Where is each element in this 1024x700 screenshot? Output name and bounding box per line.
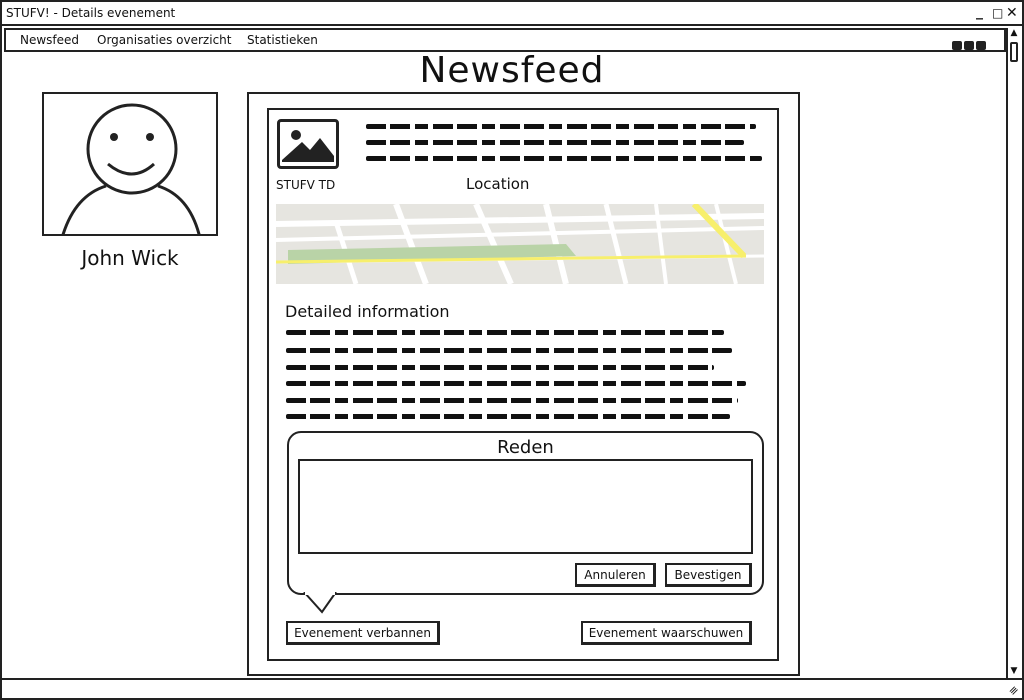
status-bar: ≡ bbox=[2, 678, 1022, 698]
title-bar: STUFV! - Details evenement _ □ ✕ bbox=[2, 2, 1022, 26]
detail-heading: Detailed information bbox=[285, 302, 450, 321]
confirm-button[interactable]: Bevestigen bbox=[665, 563, 752, 587]
profile-name: John Wick bbox=[81, 246, 179, 270]
window-title: STUFV! - Details evenement bbox=[6, 6, 176, 20]
cancel-button[interactable]: Annuleren bbox=[575, 563, 656, 587]
summary-line bbox=[366, 156, 762, 161]
scroll-down-icon[interactable]: ▼ bbox=[1008, 666, 1020, 678]
location-label: Location bbox=[466, 175, 530, 193]
image-placeholder-icon bbox=[277, 119, 339, 169]
menu-item-statistieken[interactable]: Statistieken bbox=[247, 33, 318, 47]
scroll-up-icon[interactable]: ▲ bbox=[1008, 28, 1020, 40]
reason-label: Reden bbox=[497, 437, 554, 458]
detail-line bbox=[286, 365, 714, 370]
detail-line bbox=[286, 348, 732, 353]
page-title: Newsfeed bbox=[419, 50, 605, 91]
menu-item-organisaties-overzicht[interactable]: Organisaties overzicht bbox=[97, 33, 231, 47]
detail-line bbox=[286, 398, 738, 403]
menu-bar: Newsfeed Organisaties overzicht Statisti… bbox=[4, 28, 1006, 52]
summary-line bbox=[366, 140, 744, 145]
detail-line bbox=[286, 330, 724, 335]
resize-grip-icon[interactable]: ≡ bbox=[1006, 683, 1022, 699]
detail-line bbox=[286, 414, 730, 419]
avatar bbox=[42, 92, 218, 236]
warn-event-button[interactable]: Evenement waarschuwen bbox=[581, 621, 752, 645]
reason-input[interactable] bbox=[298, 459, 753, 554]
menu-item-newsfeed[interactable]: Newsfeed bbox=[20, 33, 79, 47]
person-avatar-icon bbox=[61, 103, 201, 234]
detail-line bbox=[286, 381, 746, 386]
ban-event-button[interactable]: Evenement verbannen bbox=[286, 621, 440, 645]
maximize-icon[interactable]: □ bbox=[992, 5, 1003, 21]
vertical-scrollbar[interactable]: ▲ ▼ bbox=[1006, 28, 1020, 678]
minimize-icon[interactable]: _ bbox=[976, 4, 983, 20]
speech-bubble-tail-icon bbox=[303, 592, 337, 614]
location-map[interactable] bbox=[276, 204, 764, 284]
organisation-label: STUFV TD bbox=[276, 178, 336, 192]
close-icon[interactable]: ✕ bbox=[1006, 5, 1018, 21]
summary-line bbox=[366, 124, 756, 129]
